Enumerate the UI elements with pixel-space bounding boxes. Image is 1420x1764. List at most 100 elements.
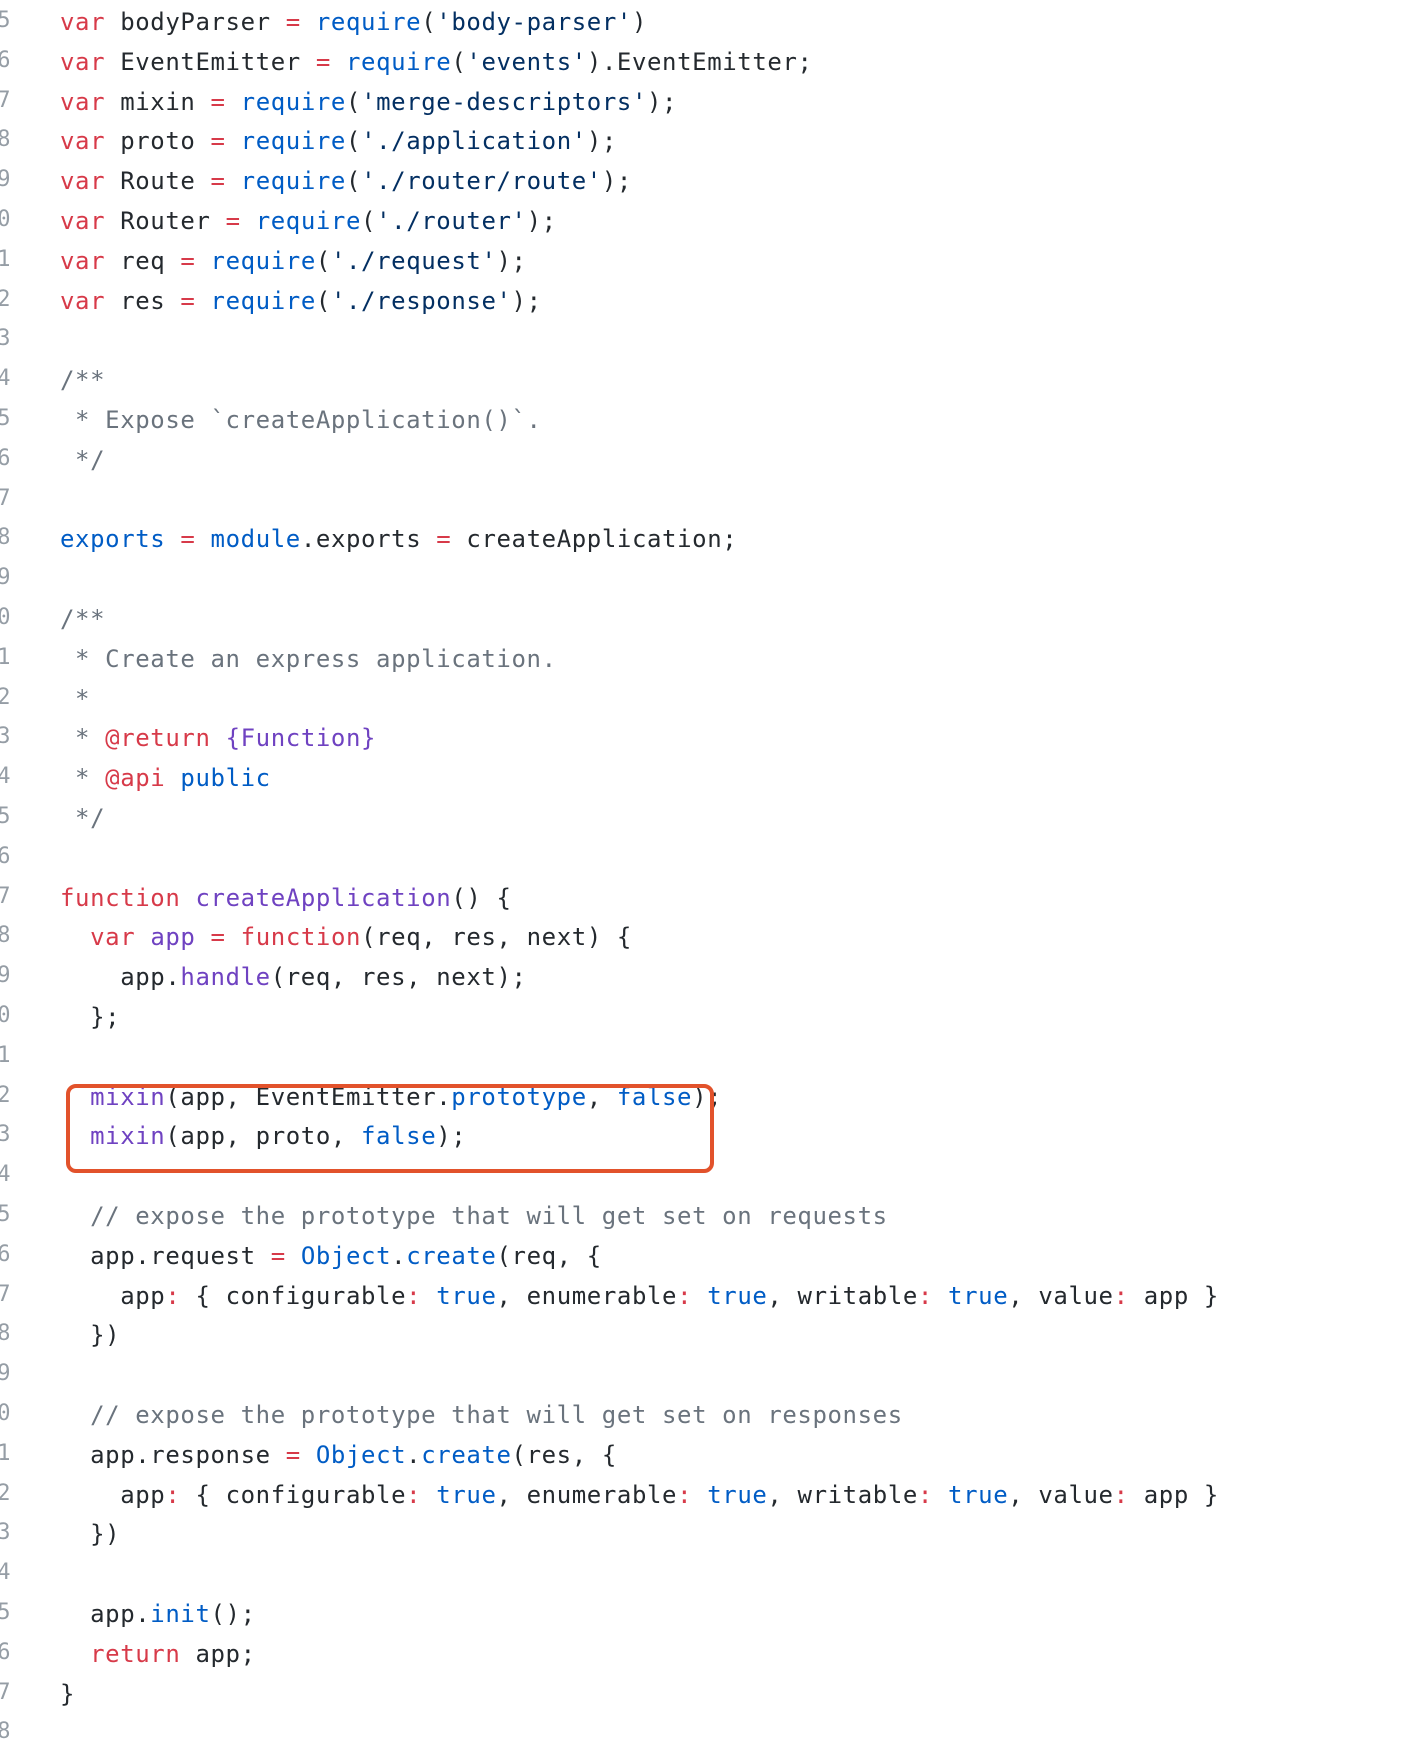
code-token: : bbox=[1113, 1480, 1129, 1509]
line-number[interactable]: 29 bbox=[0, 565, 20, 590]
line-code: }; bbox=[60, 1003, 120, 1031]
code-token: : bbox=[406, 1480, 422, 1509]
code-token: : bbox=[165, 1281, 181, 1310]
code-token: Router bbox=[105, 207, 226, 235]
line-number[interactable]: 49 bbox=[0, 1361, 20, 1386]
line-number[interactable]: 55 bbox=[0, 1600, 20, 1625]
line-number[interactable]: 27 bbox=[0, 486, 20, 511]
line-number[interactable]: 34 bbox=[0, 764, 20, 789]
line-number[interactable]: 17 bbox=[0, 88, 20, 113]
line-number[interactable]: 25 bbox=[0, 406, 20, 431]
code-token: true bbox=[436, 1281, 497, 1310]
code-token: function bbox=[240, 923, 362, 952]
line-number[interactable]: 58 bbox=[0, 1719, 20, 1744]
line-number[interactable]: 42 bbox=[0, 1083, 20, 1108]
code-token: @return bbox=[105, 724, 211, 753]
code-token: { configurable bbox=[180, 1281, 407, 1310]
code-token: create bbox=[406, 1241, 497, 1270]
line-number[interactable]: 24 bbox=[0, 366, 20, 391]
line-number[interactable]: 36 bbox=[0, 844, 20, 869]
code-token: { configurable bbox=[180, 1480, 407, 1509]
line-number[interactable]: 20 bbox=[0, 207, 20, 232]
line-number[interactable]: 19 bbox=[0, 167, 20, 192]
line-number[interactable]: 15 bbox=[0, 8, 20, 33]
line-number[interactable]: 47 bbox=[0, 1282, 20, 1307]
line-code: var Route = require('./router/route'); bbox=[60, 167, 632, 195]
line-number[interactable]: 23 bbox=[0, 326, 20, 351]
line-number[interactable]: 38 bbox=[0, 923, 20, 948]
code-line: 54 bbox=[0, 1552, 1420, 1592]
line-number[interactable]: 40 bbox=[0, 1003, 20, 1028]
code-token: , value bbox=[1008, 1281, 1114, 1310]
line-number[interactable]: 48 bbox=[0, 1321, 20, 1346]
code-token: var bbox=[60, 207, 106, 235]
code-token: . bbox=[391, 1241, 407, 1270]
code-token: */ bbox=[60, 804, 106, 832]
line-number[interactable]: 53 bbox=[0, 1520, 20, 1545]
line-number[interactable]: 26 bbox=[0, 446, 20, 471]
code-token: EventEmitter bbox=[105, 47, 316, 76]
code-token: } bbox=[60, 1679, 76, 1708]
code-token: ); bbox=[586, 127, 617, 156]
code-line: 31 * Create an express application. bbox=[0, 637, 1420, 677]
line-number[interactable]: 32 bbox=[0, 685, 20, 710]
line-number[interactable]: 41 bbox=[0, 1043, 20, 1068]
code-line: 30 /** bbox=[0, 597, 1420, 637]
line-number[interactable]: 35 bbox=[0, 804, 20, 829]
line-number[interactable]: 30 bbox=[0, 605, 20, 630]
code-line: 34 * @api public bbox=[0, 756, 1420, 796]
line-number[interactable]: 21 bbox=[0, 247, 20, 272]
code-token: 'merge-descriptors' bbox=[361, 87, 647, 116]
line-number[interactable]: 52 bbox=[0, 1481, 20, 1506]
code-token: = bbox=[436, 525, 452, 554]
line-number[interactable]: 43 bbox=[0, 1122, 20, 1147]
line-number[interactable]: 22 bbox=[0, 287, 20, 312]
code-token: : bbox=[917, 1281, 933, 1310]
line-code: * Expose `createApplication()`. bbox=[60, 406, 542, 434]
code-token: = bbox=[270, 1241, 286, 1270]
line-number[interactable]: 33 bbox=[0, 724, 20, 749]
code-line: 29 bbox=[0, 557, 1420, 597]
line-number[interactable]: 18 bbox=[0, 127, 20, 152]
line-code: * bbox=[60, 685, 90, 713]
code-token: ); bbox=[526, 207, 557, 235]
line-number[interactable]: 31 bbox=[0, 645, 20, 670]
line-number[interactable]: 16 bbox=[0, 48, 20, 73]
line-number[interactable]: 54 bbox=[0, 1560, 20, 1585]
code-token: , enumerable bbox=[496, 1480, 678, 1509]
code-token: './request' bbox=[330, 246, 497, 275]
line-number[interactable]: 28 bbox=[0, 525, 20, 550]
line-number[interactable]: 46 bbox=[0, 1242, 20, 1267]
code-token: : bbox=[406, 1281, 422, 1310]
line-number[interactable]: 37 bbox=[0, 884, 20, 909]
code-view: 15 var bodyParser = require('body-parser'… bbox=[0, 0, 1420, 1764]
code-token: = bbox=[180, 286, 196, 315]
line-number[interactable]: 39 bbox=[0, 963, 20, 988]
line-number[interactable]: 56 bbox=[0, 1640, 20, 1665]
line-number[interactable]: 50 bbox=[0, 1401, 20, 1426]
code-token: // expose the prototype that will get se… bbox=[60, 1202, 888, 1230]
code-line: 33 * @return {Function} bbox=[0, 716, 1420, 756]
line-code: var Router = require('./router'); bbox=[60, 207, 557, 235]
code-token: require bbox=[240, 87, 346, 116]
code-token: require bbox=[210, 246, 316, 275]
line-number[interactable]: 57 bbox=[0, 1680, 20, 1705]
line-number[interactable]: 44 bbox=[0, 1162, 20, 1187]
line-number[interactable]: 51 bbox=[0, 1441, 20, 1466]
line-code: var app = function(req, res, next) { bbox=[60, 923, 632, 951]
code-token: = bbox=[225, 207, 241, 235]
line-code: var bodyParser = require('body-parser') bbox=[60, 8, 647, 36]
code-token: './router/route' bbox=[361, 167, 602, 196]
code-token: app. bbox=[60, 963, 181, 992]
code-line: 53 }) bbox=[0, 1512, 1420, 1552]
line-number[interactable]: 45 bbox=[0, 1202, 20, 1227]
code-token: (req, res, next); bbox=[270, 963, 527, 992]
